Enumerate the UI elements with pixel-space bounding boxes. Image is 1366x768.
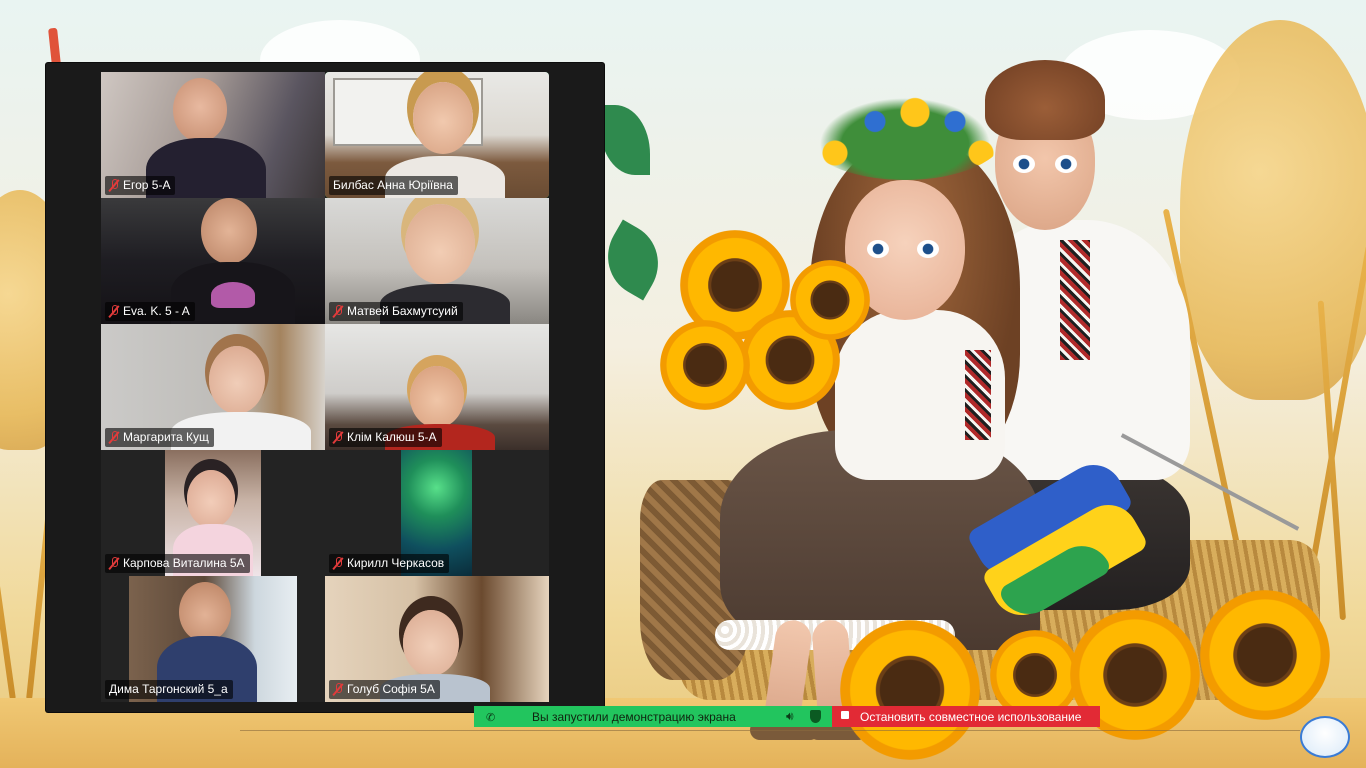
screen-share-banner: ✆ Вы запустили демонстрацию экрана 🔊︎ Ос…	[474, 706, 1100, 727]
participant-name-label: Дима Таргонский 5_а	[105, 680, 233, 699]
couple-illustration	[640, 60, 1340, 760]
participant-name-label: Клім Калюш 5-А	[329, 428, 442, 447]
eye	[917, 240, 939, 258]
eye	[1055, 155, 1077, 173]
participant-name: Eva. K. 5 - A	[123, 304, 190, 318]
participant-face	[403, 610, 459, 676]
mic-muted-icon	[333, 431, 343, 444]
participant-name: Клім Калюш 5-А	[347, 430, 437, 444]
flower-wreath	[805, 90, 1005, 180]
participant-face	[405, 204, 475, 284]
mic-muted-icon	[109, 431, 119, 444]
participant-name: Матвей Бахмутсуий	[347, 304, 458, 318]
eye	[1013, 155, 1035, 173]
mic-muted-icon	[333, 683, 343, 696]
participant-name: Дима Таргонский 5_а	[109, 682, 228, 696]
participant-tile[interactable]: Eva. K. 5 - A	[101, 198, 325, 324]
sunflower	[790, 260, 870, 340]
participant-name: Егор 5-А	[123, 178, 171, 192]
participant-tile-active-speaker[interactable]: Билбас Анна Юріївна	[325, 72, 549, 198]
participant-face	[179, 582, 231, 642]
participant-name-label: Маргарита Кущ	[105, 428, 214, 447]
participant-face	[413, 82, 473, 154]
sunflower	[660, 320, 750, 410]
participant-tile[interactable]: Егор 5-А	[101, 72, 325, 198]
stop-sharing-button[interactable]: Остановить совместное использование	[832, 706, 1100, 727]
participant-tile[interactable]: Клім Калюш 5-А	[325, 324, 549, 450]
participant-face	[201, 198, 257, 264]
stop-icon	[841, 711, 849, 719]
participant-name-label: Кирилл Черкасов	[329, 554, 450, 573]
eye	[867, 240, 889, 258]
mic-muted-icon	[333, 557, 343, 570]
participant-tile[interactable]: Голуб Софія 5А	[325, 576, 549, 702]
mic-muted-icon	[109, 557, 119, 570]
sunflower	[840, 620, 980, 760]
stop-sharing-label: Остановить совместное использование	[860, 709, 1082, 724]
participant-name: Карпова Виталина 5А	[123, 556, 245, 570]
wheat-stalk	[0, 471, 16, 701]
participant-tile[interactable]: Маргарита Кущ	[101, 324, 325, 450]
heart-hands	[211, 282, 255, 308]
participant-name: Кирилл Черкасов	[347, 556, 445, 570]
participant-tile[interactable]: Карпова Виталина 5А	[101, 450, 325, 576]
participant-name-label: Карпова Виталина 5А	[105, 554, 250, 573]
share-status-text: Вы запустили демонстрацию экрана	[532, 709, 736, 724]
participant-name-label: Eva. K. 5 - A	[105, 302, 195, 321]
participant-face	[187, 470, 235, 528]
participant-name: Голуб Софія 5А	[347, 682, 435, 696]
participant-face	[410, 366, 464, 428]
blouse-embroidery	[965, 350, 991, 440]
sunflower	[1200, 590, 1330, 720]
speaker-icon[interactable]: 🔊︎	[786, 709, 794, 724]
girl-blouse	[835, 310, 1005, 480]
share-status-bar[interactable]: ✆ Вы запустили демонстрацию экрана 🔊︎	[474, 706, 832, 727]
school-logo-icon	[1300, 716, 1350, 758]
participant-name: Маргарита Кущ	[123, 430, 209, 444]
participant-face	[209, 346, 265, 414]
participant-tile[interactable]: Матвей Бахмутсуий	[325, 198, 549, 324]
participant-name-label: Билбас Анна Юріївна	[329, 176, 458, 195]
participant-name-label: Егор 5-А	[105, 176, 176, 195]
mic-muted-icon	[109, 179, 119, 192]
red-marker	[48, 27, 61, 67]
participant-name-label: Голуб Софія 5А	[329, 680, 440, 699]
mic-muted-icon	[333, 305, 343, 318]
participant-tile[interactable]: Кирилл Черкасов	[325, 450, 549, 576]
participant-name-label: Матвей Бахмутсуий	[329, 302, 463, 321]
participant-name: Билбас Анна Юріївна	[333, 178, 453, 192]
mic-muted-icon	[109, 305, 119, 318]
shield-icon[interactable]	[810, 710, 821, 723]
video-gallery-window[interactable]: Егор 5-А Билбас Анна Юріївна Eva. K. 5 -…	[46, 63, 604, 712]
participant-face	[173, 78, 227, 142]
shirt-embroidery	[1060, 240, 1090, 360]
phone-icon: ✆	[486, 712, 496, 724]
participant-tile[interactable]: Дима Таргонский 5_а	[101, 576, 325, 702]
slide-rule	[240, 730, 1300, 731]
